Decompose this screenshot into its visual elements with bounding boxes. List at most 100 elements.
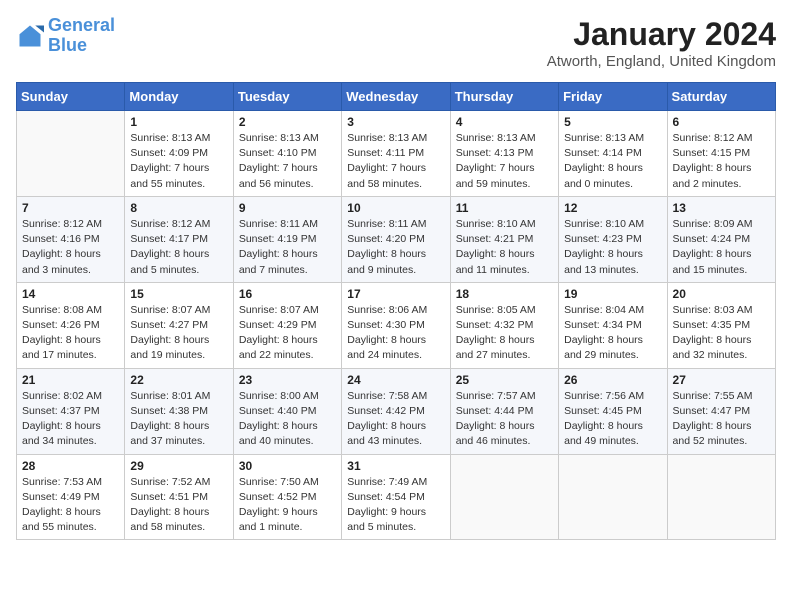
day-cell: 19 Sunrise: 8:04 AM Sunset: 4:34 PM Dayli… bbox=[559, 282, 667, 368]
title-block: January 2024 Atworth, England, United Ki… bbox=[547, 16, 776, 70]
day-number: 19 bbox=[564, 287, 661, 301]
day-number: 11 bbox=[456, 201, 553, 215]
week-row-1: 7 Sunrise: 8:12 AM Sunset: 4:16 PM Daylig… bbox=[17, 196, 776, 282]
calendar-header: SundayMondayTuesdayWednesdayThursdayFrid… bbox=[17, 83, 776, 111]
day-detail: Sunrise: 7:58 AM Sunset: 4:42 PM Dayligh… bbox=[347, 389, 444, 450]
header-cell-wednesday: Wednesday bbox=[342, 83, 450, 111]
logo-text: General Blue bbox=[48, 16, 115, 56]
day-detail: Sunrise: 8:12 AM Sunset: 4:16 PM Dayligh… bbox=[22, 217, 119, 278]
day-detail: Sunrise: 8:13 AM Sunset: 4:14 PM Dayligh… bbox=[564, 131, 661, 192]
day-cell: 23 Sunrise: 8:00 AM Sunset: 4:40 PM Dayli… bbox=[233, 368, 341, 454]
header-cell-saturday: Saturday bbox=[667, 83, 775, 111]
week-row-0: 1Sunrise: 8:13 AM Sunset: 4:09 PM Daylig… bbox=[17, 111, 776, 197]
day-cell: 24 Sunrise: 7:58 AM Sunset: 4:42 PM Dayli… bbox=[342, 368, 450, 454]
day-detail: Sunrise: 7:50 AM Sunset: 4:52 PM Dayligh… bbox=[239, 475, 336, 536]
day-number: 31 bbox=[347, 459, 444, 473]
header-cell-tuesday: Tuesday bbox=[233, 83, 341, 111]
day-number: 12 bbox=[564, 201, 661, 215]
day-number: 25 bbox=[456, 373, 553, 387]
day-number: 27 bbox=[673, 373, 770, 387]
day-cell: 15 Sunrise: 8:07 AM Sunset: 4:27 PM Dayli… bbox=[125, 282, 233, 368]
day-cell: 8 Sunrise: 8:12 AM Sunset: 4:17 PM Daylig… bbox=[125, 196, 233, 282]
day-number: 14 bbox=[22, 287, 119, 301]
day-detail: Sunrise: 8:13 AM Sunset: 4:09 PM Dayligh… bbox=[130, 131, 227, 192]
day-detail: Sunrise: 8:05 AM Sunset: 4:32 PM Dayligh… bbox=[456, 303, 553, 364]
day-cell bbox=[17, 111, 125, 197]
day-cell: 25 Sunrise: 7:57 AM Sunset: 4:44 PM Dayli… bbox=[450, 368, 558, 454]
day-cell: 16Sunrise: 8:07 AM Sunset: 4:29 PM Dayli… bbox=[233, 282, 341, 368]
week-row-2: 14 Sunrise: 8:08 AM Sunset: 4:26 PM Dayli… bbox=[17, 282, 776, 368]
day-detail: Sunrise: 8:12 AM Sunset: 4:17 PM Dayligh… bbox=[130, 217, 227, 278]
day-cell: 3 Sunrise: 8:13 AM Sunset: 4:11 PM Daylig… bbox=[342, 111, 450, 197]
day-cell: 28Sunrise: 7:53 AM Sunset: 4:49 PM Dayli… bbox=[17, 454, 125, 540]
day-detail: Sunrise: 8:04 AM Sunset: 4:34 PM Dayligh… bbox=[564, 303, 661, 364]
day-number: 7 bbox=[22, 201, 119, 215]
day-number: 15 bbox=[130, 287, 227, 301]
day-cell: 1Sunrise: 8:13 AM Sunset: 4:09 PM Daylig… bbox=[125, 111, 233, 197]
day-cell bbox=[559, 454, 667, 540]
day-detail: Sunrise: 8:10 AM Sunset: 4:23 PM Dayligh… bbox=[564, 217, 661, 278]
day-cell: 4Sunrise: 8:13 AM Sunset: 4:13 PM Daylig… bbox=[450, 111, 558, 197]
logo-line1: General bbox=[48, 15, 115, 35]
day-cell: 27Sunrise: 7:55 AM Sunset: 4:47 PM Dayli… bbox=[667, 368, 775, 454]
day-cell bbox=[450, 454, 558, 540]
header-cell-sunday: Sunday bbox=[17, 83, 125, 111]
day-cell: 17 Sunrise: 8:06 AM Sunset: 4:30 PM Dayli… bbox=[342, 282, 450, 368]
page-header: General Blue January 2024 Atworth, Engla… bbox=[16, 16, 776, 70]
day-cell: 2 Sunrise: 8:13 AM Sunset: 4:10 PM Daylig… bbox=[233, 111, 341, 197]
day-detail: Sunrise: 8:07 AM Sunset: 4:29 PM Dayligh… bbox=[239, 303, 336, 364]
day-cell bbox=[667, 454, 775, 540]
day-number: 23 bbox=[239, 373, 336, 387]
day-number: 21 bbox=[22, 373, 119, 387]
day-detail: Sunrise: 8:13 AM Sunset: 4:11 PM Dayligh… bbox=[347, 131, 444, 192]
calendar-body: 1Sunrise: 8:13 AM Sunset: 4:09 PM Daylig… bbox=[17, 111, 776, 540]
day-cell: 30Sunrise: 7:50 AM Sunset: 4:52 PM Dayli… bbox=[233, 454, 341, 540]
day-number: 3 bbox=[347, 115, 444, 129]
logo-line2: Blue bbox=[48, 35, 87, 55]
day-cell: 5 Sunrise: 8:13 AM Sunset: 4:14 PM Daylig… bbox=[559, 111, 667, 197]
day-cell: 26Sunrise: 7:56 AM Sunset: 4:45 PM Dayli… bbox=[559, 368, 667, 454]
header-cell-monday: Monday bbox=[125, 83, 233, 111]
day-number: 9 bbox=[239, 201, 336, 215]
day-number: 13 bbox=[673, 201, 770, 215]
calendar-title: January 2024 bbox=[547, 16, 776, 53]
day-number: 5 bbox=[564, 115, 661, 129]
day-number: 2 bbox=[239, 115, 336, 129]
day-detail: Sunrise: 8:12 AM Sunset: 4:15 PM Dayligh… bbox=[673, 131, 770, 192]
day-detail: Sunrise: 8:10 AM Sunset: 4:21 PM Dayligh… bbox=[456, 217, 553, 278]
calendar-table: SundayMondayTuesdayWednesdayThursdayFrid… bbox=[16, 82, 776, 540]
day-detail: Sunrise: 7:52 AM Sunset: 4:51 PM Dayligh… bbox=[130, 475, 227, 536]
header-row: SundayMondayTuesdayWednesdayThursdayFrid… bbox=[17, 83, 776, 111]
logo-icon bbox=[16, 22, 44, 50]
day-number: 24 bbox=[347, 373, 444, 387]
day-cell: 18 Sunrise: 8:05 AM Sunset: 4:32 PM Dayli… bbox=[450, 282, 558, 368]
day-number: 29 bbox=[130, 459, 227, 473]
day-cell: 10 Sunrise: 8:11 AM Sunset: 4:20 PM Dayli… bbox=[342, 196, 450, 282]
calendar-subtitle: Atworth, England, United Kingdom bbox=[547, 53, 776, 70]
day-number: 18 bbox=[456, 287, 553, 301]
day-detail: Sunrise: 8:02 AM Sunset: 4:37 PM Dayligh… bbox=[22, 389, 119, 450]
day-cell: 12 Sunrise: 8:10 AM Sunset: 4:23 PM Dayli… bbox=[559, 196, 667, 282]
day-cell: 31Sunrise: 7:49 AM Sunset: 4:54 PM Dayli… bbox=[342, 454, 450, 540]
day-detail: Sunrise: 7:53 AM Sunset: 4:49 PM Dayligh… bbox=[22, 475, 119, 536]
day-number: 17 bbox=[347, 287, 444, 301]
day-detail: Sunrise: 7:57 AM Sunset: 4:44 PM Dayligh… bbox=[456, 389, 553, 450]
day-number: 8 bbox=[130, 201, 227, 215]
day-number: 4 bbox=[456, 115, 553, 129]
day-detail: Sunrise: 8:13 AM Sunset: 4:10 PM Dayligh… bbox=[239, 131, 336, 192]
day-cell: 29 Sunrise: 7:52 AM Sunset: 4:51 PM Dayli… bbox=[125, 454, 233, 540]
day-number: 26 bbox=[564, 373, 661, 387]
week-row-4: 28Sunrise: 7:53 AM Sunset: 4:49 PM Dayli… bbox=[17, 454, 776, 540]
day-detail: Sunrise: 8:06 AM Sunset: 4:30 PM Dayligh… bbox=[347, 303, 444, 364]
day-number: 10 bbox=[347, 201, 444, 215]
day-cell: 11 Sunrise: 8:10 AM Sunset: 4:21 PM Dayli… bbox=[450, 196, 558, 282]
day-detail: Sunrise: 8:07 AM Sunset: 4:27 PM Dayligh… bbox=[130, 303, 227, 364]
week-row-3: 21 Sunrise: 8:02 AM Sunset: 4:37 PM Dayli… bbox=[17, 368, 776, 454]
day-cell: 7 Sunrise: 8:12 AM Sunset: 4:16 PM Daylig… bbox=[17, 196, 125, 282]
day-detail: Sunrise: 8:00 AM Sunset: 4:40 PM Dayligh… bbox=[239, 389, 336, 450]
day-detail: Sunrise: 8:08 AM Sunset: 4:26 PM Dayligh… bbox=[22, 303, 119, 364]
day-detail: Sunrise: 8:11 AM Sunset: 4:19 PM Dayligh… bbox=[239, 217, 336, 278]
logo: General Blue bbox=[16, 16, 115, 56]
day-detail: Sunrise: 8:01 AM Sunset: 4:38 PM Dayligh… bbox=[130, 389, 227, 450]
day-detail: Sunrise: 8:11 AM Sunset: 4:20 PM Dayligh… bbox=[347, 217, 444, 278]
